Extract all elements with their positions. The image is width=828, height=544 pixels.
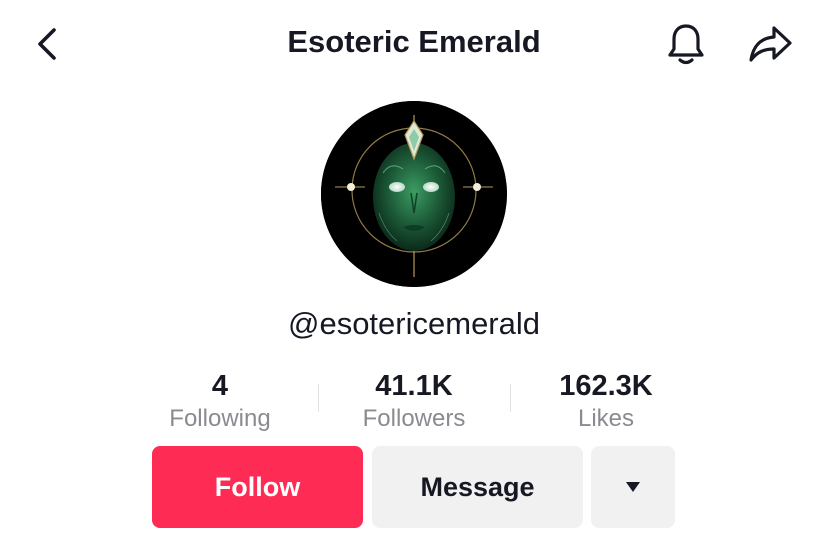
more-options-button[interactable] (591, 446, 675, 528)
likes-label: Likes (577, 405, 635, 432)
username: @esotericemerald (287, 306, 540, 341)
following-label: Following (169, 405, 271, 432)
followers-label: Followers (362, 405, 466, 432)
likes-count: 162.3K (559, 370, 653, 402)
chevron-left-icon (38, 28, 56, 60)
notification-bell-button[interactable] (660, 18, 712, 70)
message-button[interactable]: Message (372, 446, 583, 528)
followers-count: 41.1K (375, 370, 453, 402)
share-arrow-icon (749, 26, 792, 62)
share-button[interactable] (742, 18, 798, 70)
stat-divider (318, 384, 319, 412)
back-button[interactable] (24, 20, 72, 68)
caret-down-icon (626, 482, 640, 492)
emerald-face-avatar (321, 101, 507, 287)
following-count: 4 (211, 370, 229, 402)
stat-likes[interactable]: 162.3K Likes (524, 368, 688, 438)
stat-followers[interactable]: 41.1K Followers (334, 368, 494, 438)
follow-button[interactable]: Follow (152, 446, 363, 528)
stat-divider (510, 384, 511, 412)
page-title: Esoteric Emerald (287, 24, 541, 59)
profile-avatar[interactable] (321, 101, 507, 287)
bell-icon (668, 24, 704, 65)
stat-following[interactable]: 4 Following (150, 368, 290, 438)
